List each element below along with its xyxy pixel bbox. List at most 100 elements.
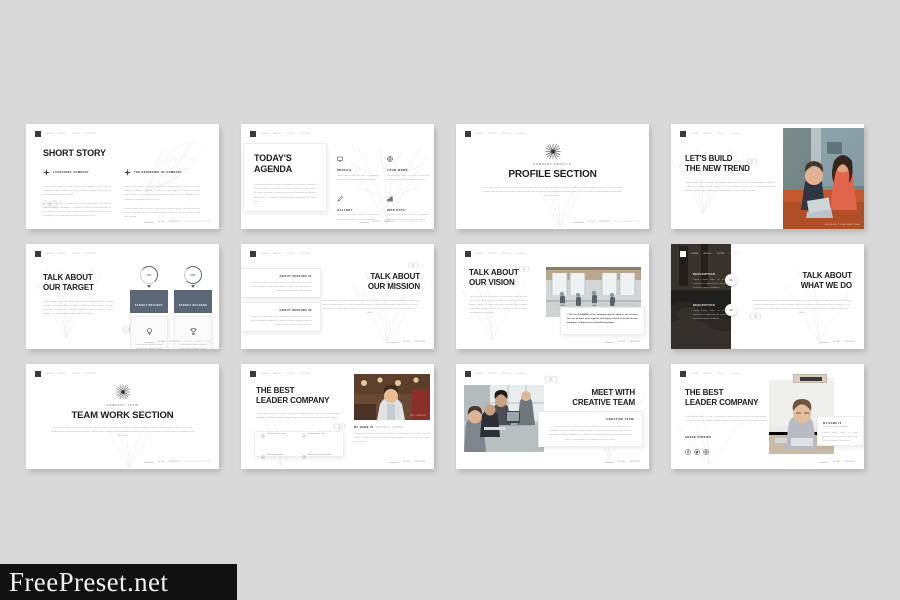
nav-item-about[interactable]: ABOUT: [273, 253, 282, 255]
agenda-item[interactable]: PROFILE Lorem ipsum dolor sit amet, cons…: [337, 149, 379, 182]
nav-item-about[interactable]: ABOUT: [488, 373, 497, 375]
slide-thumb-our-target[interactable]: HOME ABOUT WORK CONTACT TALK ABOUT OUR T…: [26, 244, 219, 349]
nav-item-work[interactable]: WORK: [72, 373, 80, 375]
nav-item-contact[interactable]: CONTACT: [85, 133, 97, 135]
nav-item-about[interactable]: ABOUT: [273, 373, 282, 375]
nav-item-contact[interactable]: CONTACT: [730, 253, 742, 255]
nav-item-work[interactable]: WORK: [717, 253, 725, 255]
slide-nav[interactable]: HOME ABOUT WORK CONTACT: [680, 371, 741, 377]
nav-item-home[interactable]: HOME: [476, 133, 483, 135]
nav-item-home[interactable]: HOME: [46, 253, 53, 255]
mission-card[interactable]: ABOUT MISSION 02 Lorem ipsum dolor sit a…: [241, 302, 321, 332]
nav-item-home[interactable]: HOME: [476, 373, 483, 375]
grid-logo-icon: [465, 131, 471, 137]
nav-item-contact[interactable]: CONTACT: [515, 253, 527, 255]
nav-item-about[interactable]: ABOUT: [58, 373, 67, 375]
slide-nav[interactable]: HOME ABOUT WORK CONTACT: [465, 251, 526, 257]
nav-item-about[interactable]: ABOUT: [703, 253, 712, 255]
slide-nav[interactable]: HOME ABOUT WORK CONTACT: [680, 251, 741, 257]
nav-item-home[interactable]: HOME: [691, 133, 698, 135]
slide-nav[interactable]: HOME ABOUT WORK CONTACT: [465, 371, 526, 377]
nav-item-contact[interactable]: CONTACT: [300, 133, 312, 135]
slide-thumb-short-story[interactable]: HOME ABOUT WORK CONTACT SHORT STORY LAUN…: [26, 124, 219, 229]
nav-item-about[interactable]: ABOUT: [488, 253, 497, 255]
story-label-1: LAUNCHING COMPANY: [53, 170, 89, 174]
slide-thumb-our-mission[interactable]: HOME ABOUT WORK CONTACT ABOUT MISSION 01…: [241, 244, 434, 349]
section-eyebrow: COMPANY TEAM: [106, 404, 139, 407]
leader-text-block: THE BEST LEADER COMPANY Lorem ipsum dolo…: [685, 388, 767, 423]
slide-thumb-creative-team[interactable]: HOME ABOUT WORK CONTACT MEET WITH CREATI…: [456, 364, 649, 469]
nav-item-work[interactable]: WORK: [72, 133, 80, 135]
nav-item-contact[interactable]: CONTACT: [515, 373, 527, 375]
slide-nav[interactable]: HOME ABOUT WORK CONTACT: [250, 131, 311, 137]
twitter-icon[interactable]: [694, 442, 700, 460]
slide-nav[interactable]: HOME ABOUT WORK CONTACT: [35, 371, 96, 377]
slide-nav[interactable]: HOME ABOUT WORK CONTACT: [680, 131, 741, 137]
nav-item-contact[interactable]: CONTACT: [730, 133, 742, 135]
mission-card[interactable]: ABOUT MISSION 01 Lorem ipsum dolor sit a…: [241, 268, 321, 298]
nav-item-home[interactable]: HOME: [691, 253, 698, 255]
slide-thumb-leader-company-a[interactable]: HOME ABOUT WORK CONTACT THE BEST LEADER …: [241, 364, 434, 469]
slide-nav[interactable]: HOME ABOUT WORK CONTACT: [465, 131, 526, 137]
footer-page-hint: WWW.COMPANY.COM: [398, 221, 425, 223]
social-row[interactable]: [685, 442, 711, 460]
nav-item-home[interactable]: HOME: [261, 253, 268, 255]
agenda-item[interactable]: INFO DATA Lorem ipsum dolor sit amet, co…: [387, 189, 429, 222]
nav-item-work[interactable]: WORK: [502, 373, 510, 375]
nav-item-work[interactable]: WORK: [717, 373, 725, 375]
panel-item: DESCRIPTION Lorem ipsum dolor sit amet c…: [693, 304, 727, 322]
slide-thumb-profile-section[interactable]: HOME ABOUT WORK CONTACT COMPANY PROFILE …: [456, 124, 649, 229]
nav-item-home[interactable]: HOME: [691, 373, 698, 375]
instagram-icon[interactable]: [703, 442, 709, 460]
agenda-item[interactable]: GALLERY Lorem ipsum dolor sit amet, cons…: [337, 189, 379, 222]
nav-item-contact[interactable]: CONTACT: [300, 373, 312, 375]
target-card[interactable]: 75% TARGET PROJECT Lorem ipsum dolor sit…: [130, 266, 168, 349]
nav-item-contact[interactable]: CONTACT: [85, 253, 97, 255]
photo-caption: MR. CARTER: [410, 415, 426, 417]
nav-item-contact[interactable]: CONTACT: [300, 253, 312, 255]
slide-thumb-new-trend[interactable]: HOME ABOUT WORK CONTACT LET'S BUILD THE …: [671, 124, 864, 229]
dark-photo-panel: [671, 244, 731, 349]
nav-item-work[interactable]: WORK: [502, 253, 510, 255]
nav-item-home[interactable]: HOME: [476, 253, 483, 255]
target-button[interactable]: TARGET SUCCESS: [174, 290, 212, 313]
agenda-label: GALLERY: [337, 208, 353, 212]
name-value: GEORGE R. CARTER: [375, 427, 404, 429]
nav-item-about[interactable]: ABOUT: [58, 133, 67, 135]
nav-item-work[interactable]: WORK: [72, 253, 80, 255]
target-button[interactable]: TARGET PROJECT: [130, 290, 168, 313]
nav-item-work[interactable]: WORK: [287, 253, 295, 255]
nav-item-about[interactable]: ABOUT: [703, 373, 712, 375]
nav-item-home[interactable]: HOME: [261, 373, 268, 375]
nav-item-work[interactable]: WORK: [717, 133, 725, 135]
footer-item-slide: SLIDE: [157, 461, 166, 463]
checklist-item: New direction job: [261, 446, 297, 464]
nav-item-contact[interactable]: CONTACT: [730, 373, 742, 375]
footer-item-slide: SLIDE: [372, 221, 381, 223]
slide-thumb-our-vision[interactable]: HOME ABOUT WORK CONTACT TALK ABOUT OUR V…: [456, 244, 649, 349]
nav-item-work[interactable]: WORK: [502, 133, 510, 135]
slide-thumb-leader-company-b[interactable]: HOME ABOUT WORK CONTACT THE BEST LEADER …: [671, 364, 864, 469]
nav-item-about[interactable]: ABOUT: [703, 133, 712, 135]
two-women-with-laptop-photo: WORKING TOGETHER TEAM: [783, 128, 864, 229]
nav-item-about[interactable]: ABOUT: [273, 133, 282, 135]
nav-item-home[interactable]: HOME: [261, 133, 268, 135]
slide-nav[interactable]: HOME ABOUT WORK CONTACT: [250, 371, 311, 377]
slide-thumb-team-work[interactable]: HOME ABOUT WORK CONTACT COMPANY TEAM TEA…: [26, 364, 219, 469]
slide-nav[interactable]: HOME ABOUT WORK CONTACT: [35, 251, 96, 257]
nav-item-about[interactable]: ABOUT: [58, 253, 67, 255]
nav-item-home[interactable]: HOME: [46, 373, 53, 375]
nav-item-about[interactable]: ABOUT: [488, 133, 497, 135]
slide-nav[interactable]: HOME ABOUT WORK CONTACT: [250, 251, 311, 257]
agenda-item[interactable]: YOUR WORK Lorem ipsum dolor sit amet, co…: [387, 149, 429, 182]
nav-item-contact[interactable]: CONTACT: [515, 133, 527, 135]
slide-thumb-todays-agenda[interactable]: HOME ABOUT WORK CONTACT TODAY'S AGENDA L…: [241, 124, 434, 229]
nav-item-contact[interactable]: CONTACT: [85, 373, 97, 375]
slide-nav[interactable]: HOME ABOUT WORK CONTACT: [35, 131, 96, 137]
slide-thumb-what-we-do[interactable]: HOME ABOUT WORK CONTACT DESCRIPTION Lore…: [671, 244, 864, 349]
nav-item-work[interactable]: WORK: [287, 133, 295, 135]
nav-item-work[interactable]: WORK: [287, 373, 295, 375]
target-card[interactable]: 90% TARGET SUCCESS Lorem ipsum dolor sit…: [174, 266, 212, 349]
facebook-icon[interactable]: [685, 442, 691, 460]
nav-item-home[interactable]: HOME: [46, 133, 53, 135]
